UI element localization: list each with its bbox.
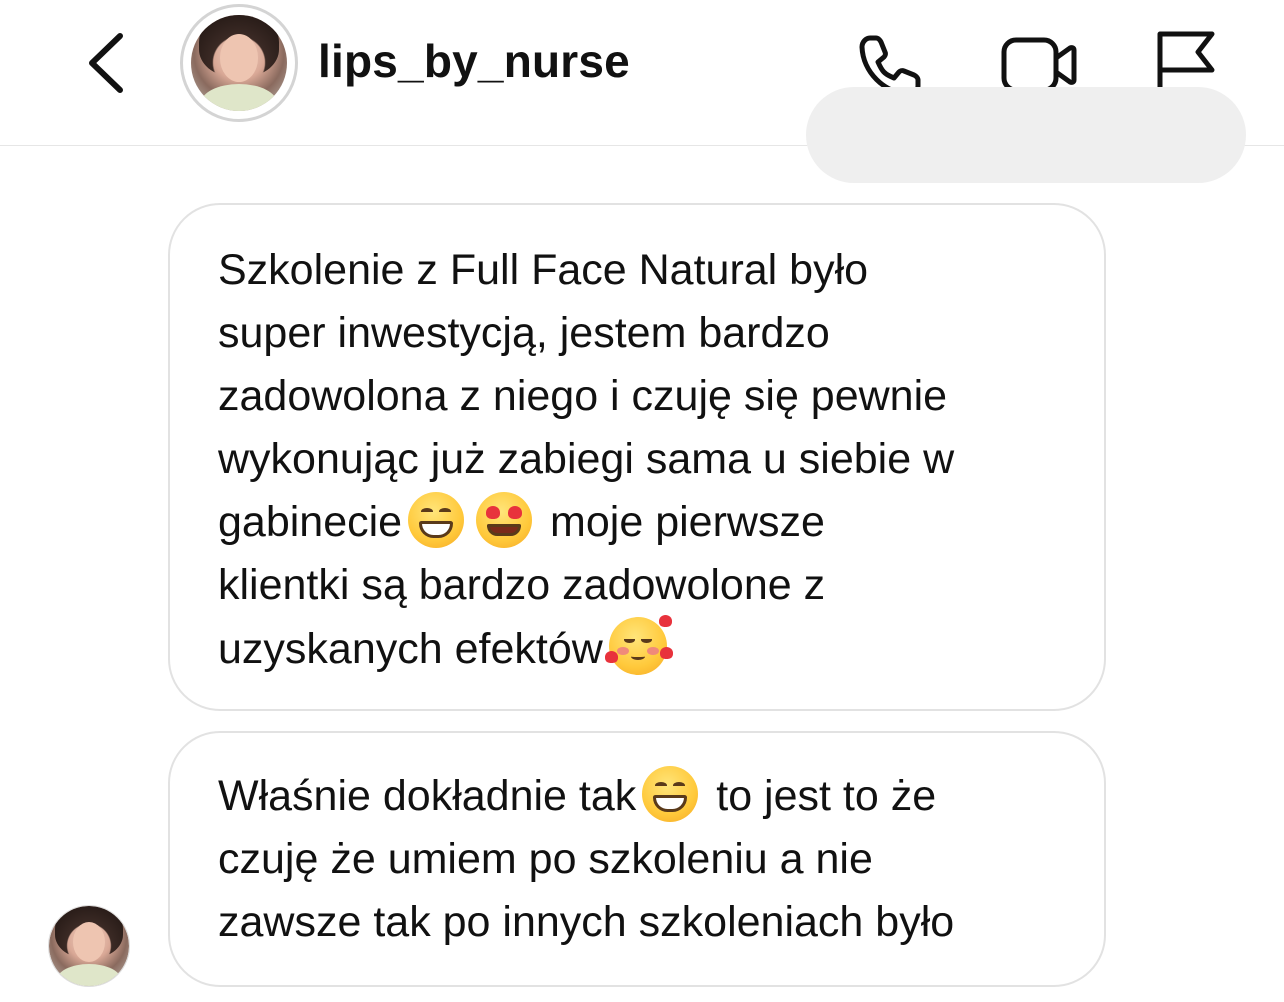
message-list[interactable]: Szkolenie z Full Face Natural było super… [0,87,1284,1002]
profile-avatar[interactable] [180,4,298,122]
own-message-bubble[interactable] [806,87,1246,183]
avatar-photo [49,906,129,986]
message-bubble[interactable]: Właśnie dokładnie tak to jest to że czuj… [168,731,1106,987]
chevron-left-icon [89,33,123,93]
sender-avatar[interactable] [48,905,130,987]
smiling-face-with-hearts-emoji-icon [604,615,673,675]
grinning-face-emoji-icon [642,766,699,822]
grinning-face-emoji-icon [408,492,465,548]
dm-thread-screen: lips_by_nurse Szkolenie z Full Face Natu… [0,0,1284,1002]
back-button[interactable] [78,28,138,98]
chat-username[interactable]: lips_by_nurse [318,34,630,88]
heart-eyes-emoji-icon [476,492,533,548]
message-bubble[interactable]: Szkolenie z Full Face Natural było super… [168,203,1106,711]
message-text: Właśnie dokładnie tak [218,772,637,820]
avatar-photo [191,15,287,111]
